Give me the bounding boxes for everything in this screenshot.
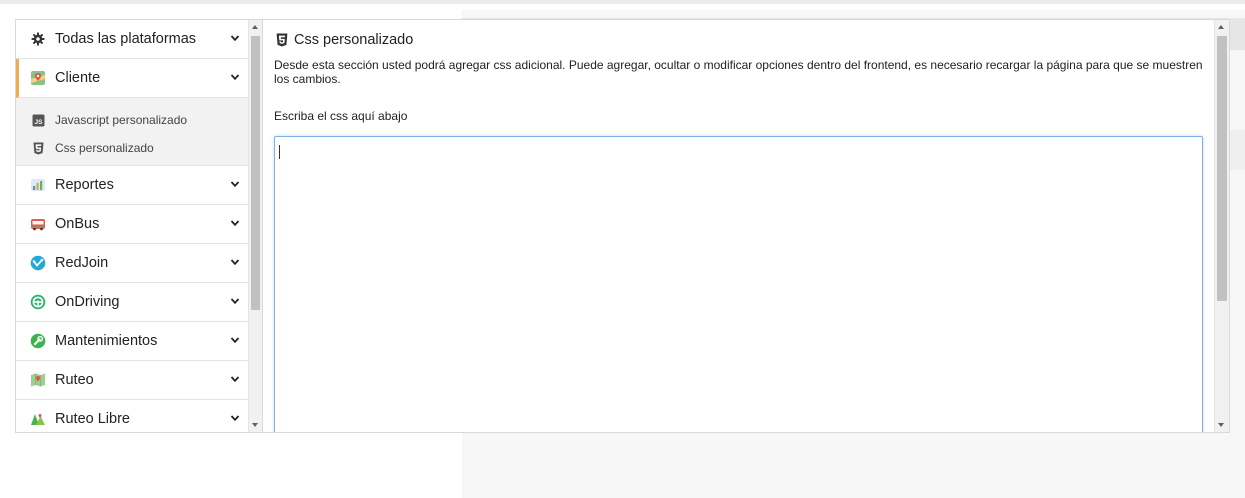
chevron-down-icon bbox=[230, 259, 240, 266]
free-route-icon bbox=[30, 411, 46, 427]
sidebar-subitem-css-personalizado[interactable]: Css personalizado bbox=[16, 134, 250, 162]
scroll-up-arrow-icon[interactable] bbox=[1218, 25, 1224, 29]
css-editor-textarea[interactable] bbox=[274, 136, 1203, 432]
sidebar-item-label: Mantenimientos bbox=[55, 333, 158, 349]
chevron-down-icon bbox=[230, 376, 240, 383]
sidebar-item-ruteo-libre[interactable]: Ruteo Libre bbox=[16, 400, 250, 432]
css3-icon bbox=[276, 33, 288, 48]
main-scrollbar-thumb[interactable] bbox=[1217, 36, 1227, 301]
route-map-icon bbox=[30, 372, 46, 388]
sidebar-item-label: OnBus bbox=[55, 216, 100, 232]
chevron-down-icon bbox=[230, 74, 240, 81]
ondriving-icon bbox=[30, 294, 46, 310]
sidebar-list: Todas las plataformas Cliente JS Javascr… bbox=[16, 20, 250, 432]
scroll-down-arrow-icon[interactable] bbox=[1218, 423, 1224, 427]
chevron-down-icon bbox=[230, 35, 240, 42]
sidebar-item-cliente[interactable]: Cliente bbox=[16, 59, 250, 98]
sidebar-item-label: Ruteo bbox=[55, 372, 94, 388]
sidebar: Todas las plataformas Cliente JS Javascr… bbox=[15, 19, 263, 433]
chevron-down-icon bbox=[230, 181, 240, 188]
sidebar-subitem-label: Css personalizado bbox=[55, 141, 154, 155]
page-title: Css personalizado bbox=[276, 32, 413, 48]
main-panel: Css personalizado Desde esta sección ust… bbox=[263, 19, 1230, 433]
page-description: Desde esta sección usted podrá agregar c… bbox=[274, 58, 1203, 86]
sidebar-item-label: OnDriving bbox=[55, 294, 120, 310]
scroll-down-arrow-icon[interactable] bbox=[252, 423, 258, 427]
sidebar-item-label: RedJoin bbox=[55, 255, 109, 271]
sidebar-item-ruteo[interactable]: Ruteo bbox=[16, 361, 250, 400]
cliente-submenu: JS Javascript personalizado Css personal… bbox=[16, 98, 250, 166]
sidebar-item-redjoin[interactable]: RedJoin bbox=[16, 244, 250, 283]
sidebar-scrollbar-thumb[interactable] bbox=[251, 36, 260, 310]
chevron-down-icon bbox=[230, 220, 240, 227]
sidebar-item-ondriving[interactable]: OnDriving bbox=[16, 283, 250, 322]
editor-label: Escriba el css aquí abajo bbox=[274, 109, 408, 123]
js-file-icon: JS bbox=[30, 112, 46, 128]
scroll-up-arrow-icon[interactable] bbox=[252, 25, 258, 29]
gear-icon bbox=[30, 31, 46, 47]
sidebar-item-mantenimientos[interactable]: Mantenimientos bbox=[16, 322, 250, 361]
sidebar-item-label: Ruteo Libre bbox=[55, 411, 130, 427]
chevron-down-icon bbox=[230, 415, 240, 422]
text-caret bbox=[279, 145, 280, 159]
sidebar-item-label: Reportes bbox=[55, 177, 114, 193]
sidebar-item-reportes[interactable]: Reportes bbox=[16, 166, 250, 205]
sidebar-item-onbus[interactable]: OnBus bbox=[16, 205, 250, 244]
reports-chart-icon bbox=[30, 177, 46, 193]
sidebar-subitem-label: Javascript personalizado bbox=[55, 113, 188, 127]
client-map-icon bbox=[30, 70, 46, 86]
sidebar-scrollbar[interactable] bbox=[248, 20, 262, 432]
sidebar-item-label: Todas las plataformas bbox=[55, 31, 197, 47]
top-strip bbox=[0, 0, 1245, 4]
sidebar-item-label: Cliente bbox=[55, 70, 101, 86]
sidebar-item-todas-las-plataformas[interactable]: Todas las plataformas bbox=[16, 20, 250, 59]
css3-icon bbox=[30, 140, 46, 156]
svg-text:JS: JS bbox=[34, 119, 43, 126]
wrench-icon bbox=[30, 333, 46, 349]
main-scrollbar[interactable] bbox=[1214, 20, 1229, 432]
bus-icon bbox=[30, 216, 46, 232]
chevron-down-icon bbox=[230, 337, 240, 344]
sidebar-subitem-javascript-personalizado[interactable]: JS Javascript personalizado bbox=[16, 106, 250, 134]
page-title-text: Css personalizado bbox=[294, 32, 414, 48]
chevron-down-icon bbox=[230, 298, 240, 305]
redjoin-icon bbox=[30, 255, 46, 271]
